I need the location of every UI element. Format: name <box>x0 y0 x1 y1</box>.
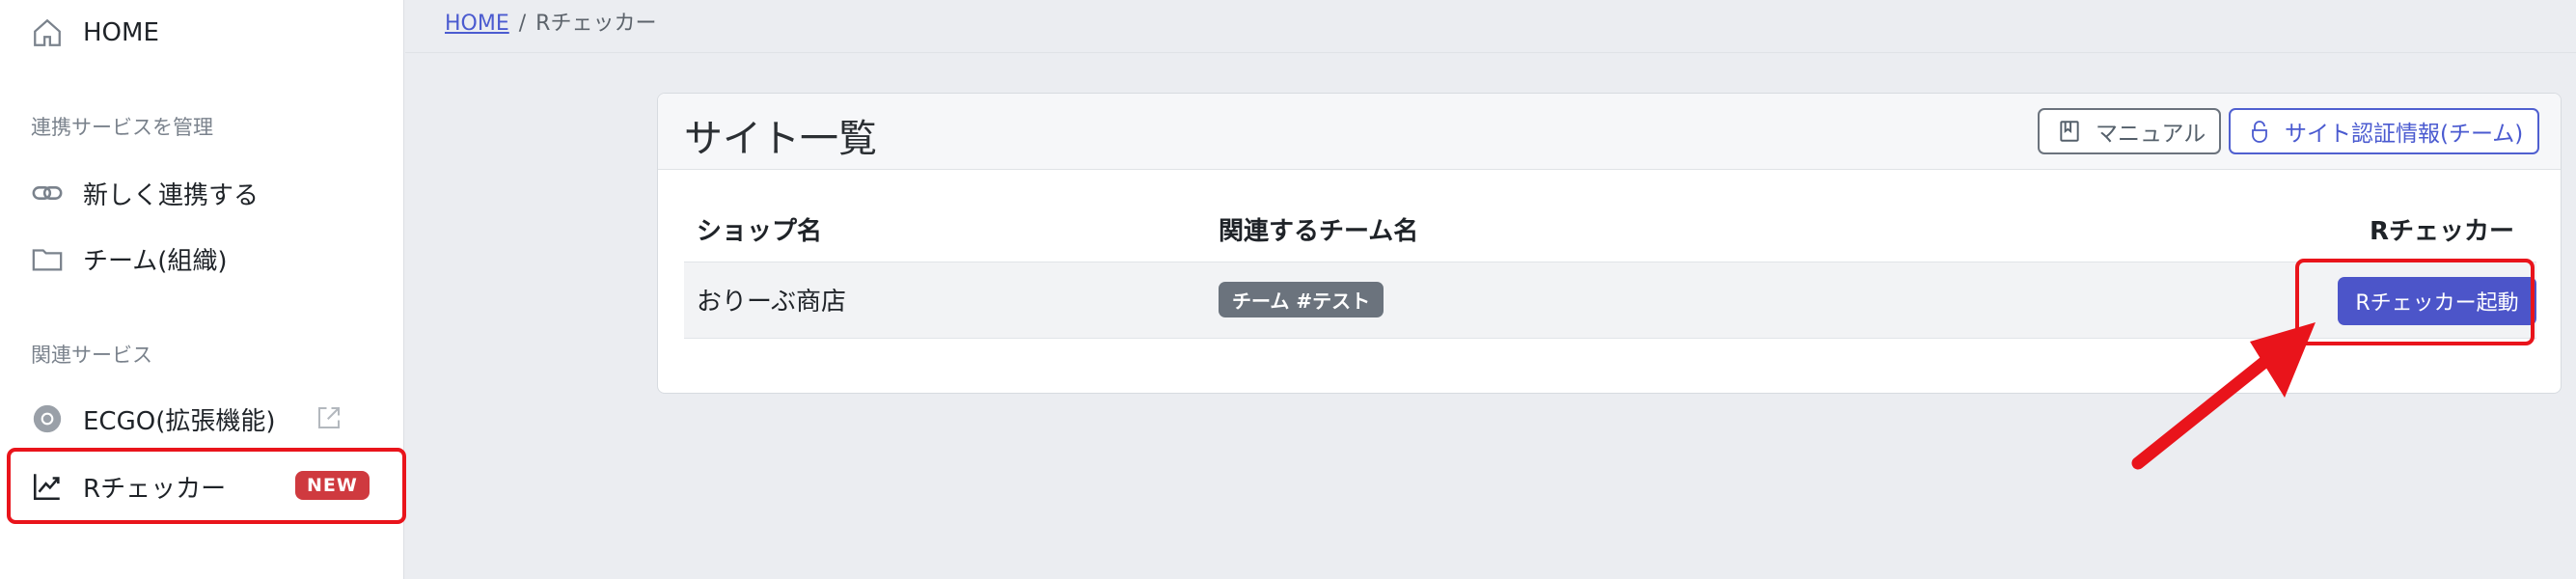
card-header: サイト一覧 マニュアル サイト認証情報(チーム) <box>658 94 2561 170</box>
lock-open-icon <box>2252 121 2267 143</box>
home-icon <box>34 18 61 46</box>
link-icon <box>32 186 63 200</box>
section-title-manage: 連携サービスを管理 <box>31 116 213 139</box>
section-title-related: 関連サービス <box>31 344 152 367</box>
chrome-icon <box>33 404 62 433</box>
header-divider <box>405 52 2576 53</box>
sidebar-item-label: 新しく連携する <box>83 180 260 210</box>
breadcrumb-separator: / <box>518 12 527 36</box>
column-header-team: 関連するチーム名 <box>1219 217 1419 246</box>
breadcrumb-home-link[interactable]: HOME <box>445 12 509 36</box>
external-link-icon <box>318 407 340 428</box>
sidebar-item-label: ECGO(拡張機能) <box>83 406 276 436</box>
sidebar-item-team[interactable]: チーム(組織) <box>31 239 228 278</box>
page-title: サイト一覧 <box>684 117 877 161</box>
column-header-shop: ショップ名 <box>697 217 823 246</box>
shop-name-cell: おりーぶ商店 <box>697 288 846 317</box>
highlight-box-sidebar <box>7 448 406 524</box>
folder-icon <box>32 249 63 271</box>
sidebar-item-label: チーム(組織) <box>83 246 228 276</box>
sidebar-item-label: HOME <box>83 18 159 47</box>
team-badge: チーム #テスト <box>1219 282 1384 317</box>
sidebar-item-home[interactable]: HOME <box>31 14 159 52</box>
breadcrumb-current: Rチェッカー <box>535 12 657 36</box>
breadcrumb: HOME / Rチェッカー <box>445 6 656 37</box>
sidebar-item-new-link[interactable]: 新しく連携する <box>31 174 259 212</box>
site-auth-button-label: サイト認証情報(チーム) <box>2285 122 2524 147</box>
manual-button-label: マニュアル <box>2096 122 2206 147</box>
manual-button[interactable]: マニュアル <box>2038 108 2221 154</box>
site-auth-button[interactable]: サイト認証情報(チーム) <box>2229 108 2539 154</box>
red-arrow-annotation <box>2131 322 2316 470</box>
column-header-rchecker: Rチェッカー <box>2370 217 2515 246</box>
book-icon <box>2060 121 2079 142</box>
sidebar-item-ecgo[interactable]: ECGO(拡張機能) <box>31 400 275 438</box>
